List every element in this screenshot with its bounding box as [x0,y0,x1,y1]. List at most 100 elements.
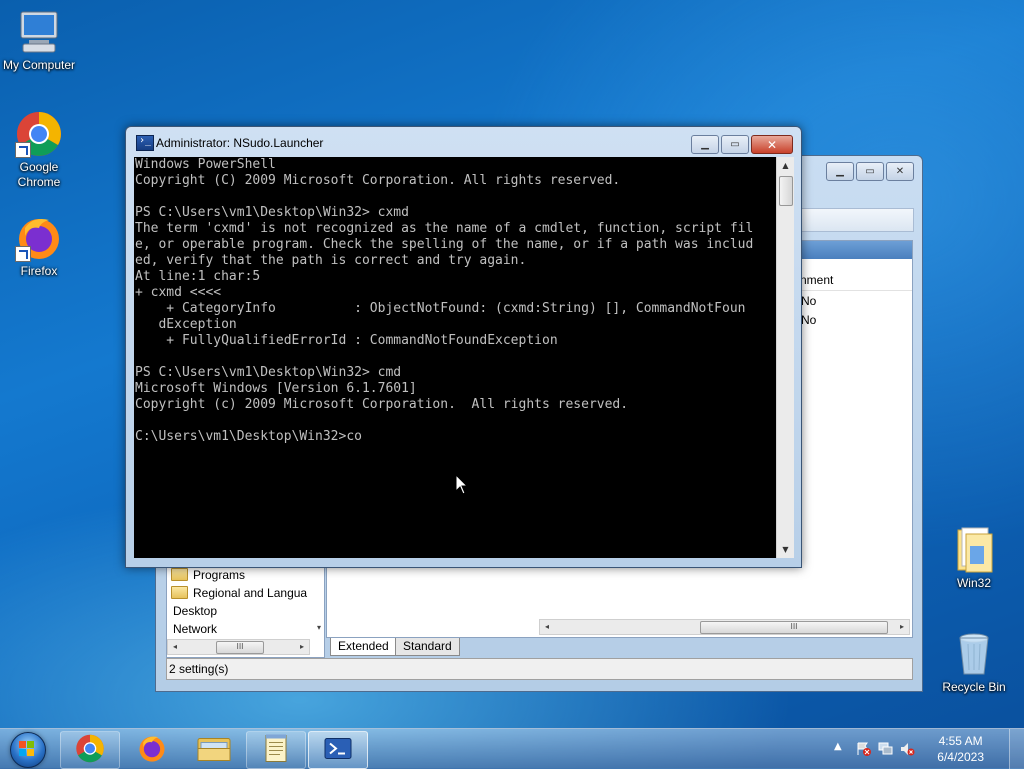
scroll-right-icon[interactable]: ▸ [295,640,309,654]
show-hidden-icons-icon[interactable]: ▲ [834,741,842,752]
console-line: + cxmd <<<< [135,285,222,300]
action-center-icon[interactable] [856,742,871,756]
maximize-button[interactable]: ▭ [856,162,884,181]
scroll-up-icon[interactable]: ▲ [777,157,794,174]
powershell-icon [324,738,352,763]
scroll-thumb[interactable]: III [216,641,264,654]
horizontal-scrollbar[interactable]: ◂ III ▸ [539,619,910,635]
maximize-icon: ▭ [865,165,875,177]
console-window-controls: ▁ ▭ ✕ [691,135,793,154]
tree-item-network[interactable]: Network [173,622,217,636]
scroll-grip: III [236,642,244,651]
console-line: dException [135,317,237,332]
notepad-icon [264,734,288,767]
maximize-button[interactable]: ▭ [721,135,749,154]
console-line: Microsoft Windows [Version 6.1.7601] [135,381,417,396]
scroll-left-icon[interactable]: ◂ [168,640,182,654]
console-line: e, or operable program. Check the spelli… [135,237,754,252]
tree-horizontal-scrollbar[interactable]: ◂ III ▸ [167,639,310,655]
console-line: PS C:\Users\vm1\Desktop\Win32> cmd [135,365,402,380]
clock[interactable]: 4:55 AM 6/4/2023 [937,733,984,765]
tree-item-desktop[interactable]: Desktop [173,604,217,618]
scroll-right-icon[interactable]: ▸ [895,620,909,634]
system-tray: ▲ 4:55 AM 6/4/2023 [834,729,1024,769]
folder-icon [950,526,998,574]
desktop-icon-firefox[interactable]: Firefox [0,214,81,279]
chrome-icon [75,734,105,767]
console-line: At line:1 char:5 [135,269,261,284]
close-button[interactable]: ✕ [886,162,914,181]
folder-icon [171,568,188,581]
clock-date: 6/4/2023 [937,750,984,764]
desktop-icon-label: Win32 [956,576,991,590]
desktop-icon-google-chrome[interactable]: Google Chrome [0,110,81,190]
value-cell: No [801,294,817,308]
volume-muted-icon[interactable] [900,742,915,756]
taskbar-powershell-button[interactable] [308,731,368,769]
console-line: The term 'cxmd' is not recognized as the… [135,221,754,236]
maximize-icon: ▭ [730,138,740,150]
console-vertical-scrollbar[interactable]: ▲ ▼ [776,157,794,558]
tab-standard[interactable]: Standard [395,638,460,656]
tab-extended[interactable]: Extended [330,638,397,656]
scroll-left-icon[interactable]: ◂ [540,620,554,634]
desktop-icon-label: Google Chrome [17,160,61,189]
taskbar: ▲ 4:55 AM 6/4/2023 [0,728,1024,769]
console-line: + FullyQualifiedErrorId : CommandNotFoun… [135,333,558,348]
tree-item-regional[interactable]: Regional and Langua [171,586,307,600]
console-line: + CategoryInfo : ObjectNotFound: (cxmd:S… [135,301,746,316]
desktop-icon-my-computer[interactable]: My Computer [0,8,81,73]
console-line: PS C:\Users\vm1\Desktop\Win32> cxmd [135,205,409,220]
powershell-icon [136,135,154,151]
console-prompt-line: C:\Users\vm1\Desktop\Win32>co [135,429,362,444]
desktop-icon-win32[interactable]: Win32 [932,526,1016,591]
close-button[interactable]: ✕ [751,135,793,154]
network-icon[interactable] [878,742,893,756]
value-cell: No [801,313,817,327]
shortcut-arrow-icon [15,246,31,262]
taskbar-explorer-button[interactable] [184,731,244,769]
desktop-icon-recycle-bin[interactable]: Recycle Bin [932,630,1016,695]
taskbar-chrome-button[interactable] [60,731,120,769]
tab-label: Extended [338,639,389,653]
scroll-down-icon[interactable]: ▾ [317,623,321,632]
chrome-icon [15,110,63,158]
recycle-bin-icon [950,630,998,678]
console-line: ed, verify that the path is correct and … [135,253,527,268]
console-output[interactable]: Windows PowerShell Copyright (C) 2009 Mi… [134,157,777,558]
scroll-grip: III [790,622,798,631]
scroll-down-icon[interactable]: ▼ [777,541,794,558]
minimize-icon: ▁ [701,138,709,150]
show-desktop-button[interactable] [1009,729,1024,769]
status-bar: 2 setting(s) [166,658,913,680]
scroll-thumb[interactable]: III [700,621,888,634]
console-line: Windows PowerShell [135,157,276,172]
taskbar-firefox-button[interactable] [122,731,182,769]
folder-icon [171,586,188,599]
tab-label: Standard [403,639,452,653]
start-button[interactable] [4,730,50,768]
minimize-button[interactable]: ▁ [691,135,719,154]
column-header-comment[interactable]: nment [800,273,833,287]
window-title: Administrator: NSudo.Launcher [156,136,324,150]
status-text: 2 setting(s) [169,662,229,676]
close-icon: ✕ [895,165,905,177]
scroll-thumb[interactable] [779,176,793,206]
firefox-icon [15,214,63,262]
tree-item-label: Regional and Langua [193,586,308,600]
console-window[interactable]: Administrator: NSudo.Launcher ▁ ▭ ✕ Wind… [125,126,802,568]
console-titlebar[interactable]: Administrator: NSudo.Launcher ▁ ▭ ✕ [126,127,801,157]
tree-item-programs[interactable]: Programs [171,568,245,582]
close-icon: ✕ [766,137,778,152]
explorer-icon [197,735,231,766]
clock-time: 4:55 AM [938,734,983,748]
computer-icon [15,8,63,56]
tree-item-label: Desktop [173,604,218,618]
tree-pane: Programs Regional and Langua Desktop Net… [166,566,325,658]
minimize-button[interactable]: ▁ [826,162,854,181]
taskbar-notepad-button[interactable] [246,731,306,769]
tree-item-label: Network [173,622,218,636]
